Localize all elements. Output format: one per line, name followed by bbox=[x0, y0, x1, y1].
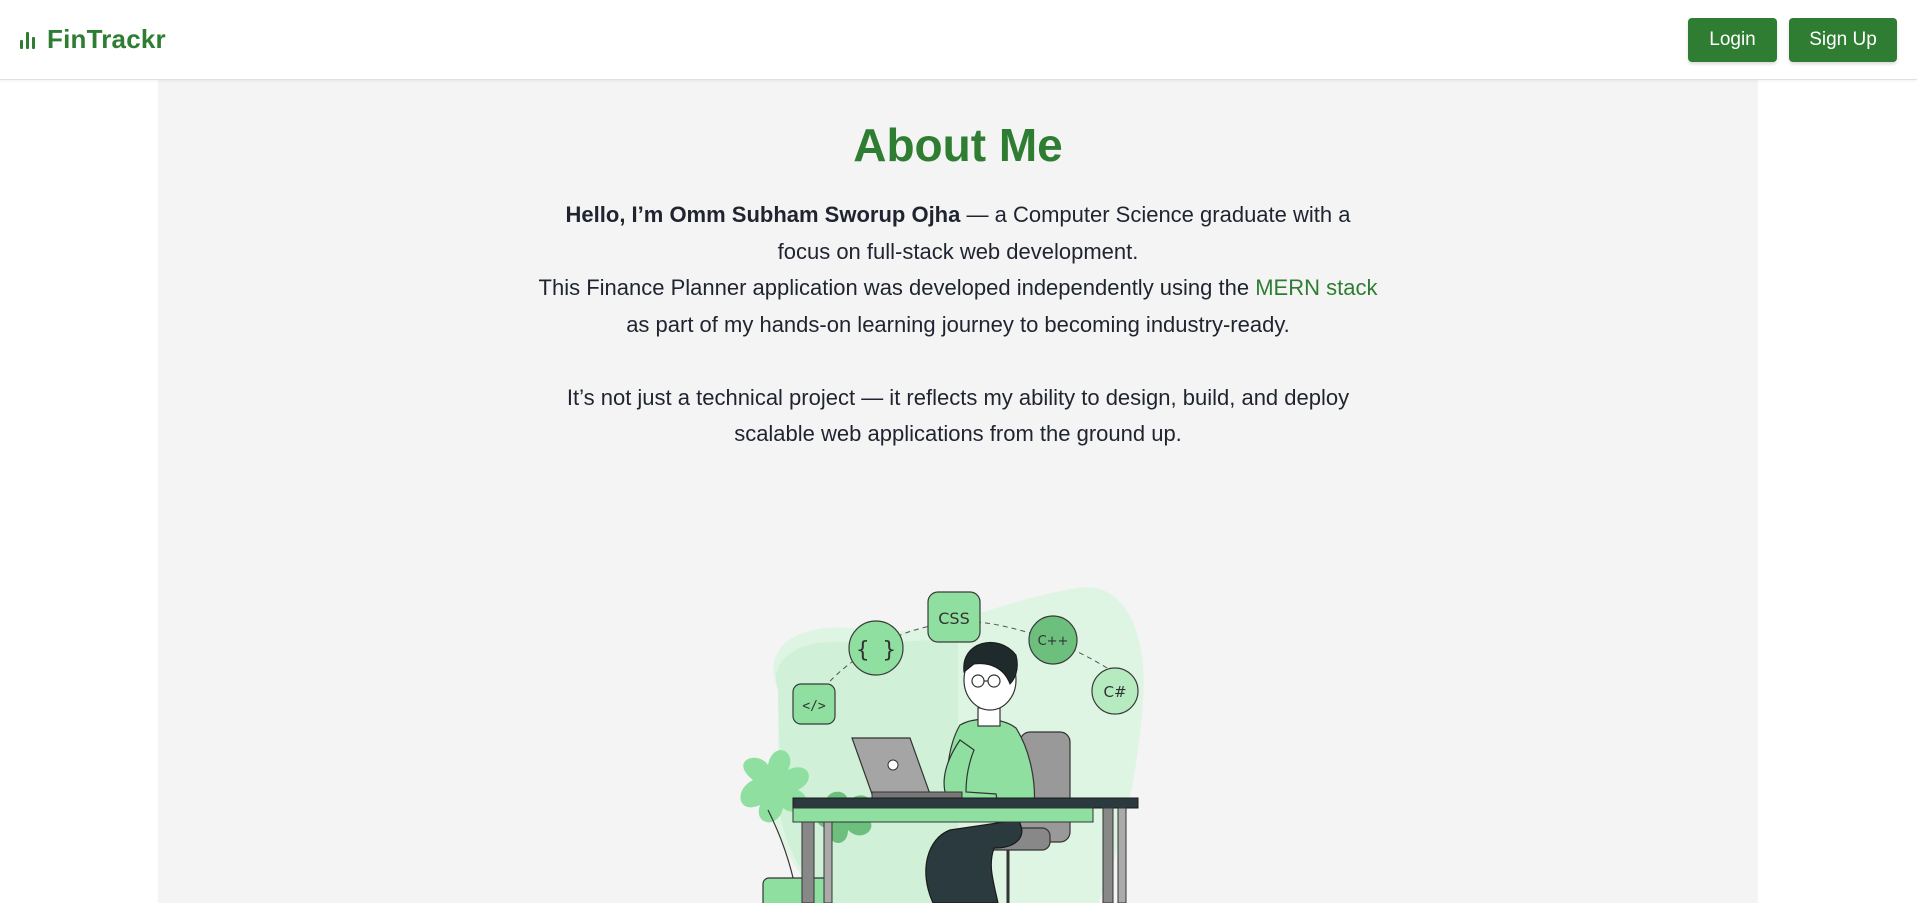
bar-chart-icon bbox=[20, 31, 35, 49]
about-section: About Me Hello, I’m Omm Subham Sworup Oj… bbox=[158, 80, 1758, 903]
login-button[interactable]: Login bbox=[1688, 17, 1777, 62]
line2-pre: This Finance Planner application was dev… bbox=[538, 275, 1256, 300]
nav-actions: Login Sign Up bbox=[1688, 17, 1897, 62]
about-description: Hello, I’m Omm Subham Sworup Ojha — a Co… bbox=[538, 197, 1378, 453]
csharp-icon: C# bbox=[1091, 667, 1139, 715]
brand-name: FinTrackr bbox=[47, 24, 166, 54]
about-paragraph-2: It’s not just a technical project — it r… bbox=[566, 384, 1350, 447]
cplusplus-icon: C++ bbox=[1028, 615, 1078, 665]
line2-post: as part of my hands-on learning journey … bbox=[626, 311, 1290, 337]
svg-text:{ }: { } bbox=[856, 638, 896, 663]
svg-text:C++: C++ bbox=[1038, 634, 1069, 649]
code-tag-icon: </> bbox=[792, 683, 836, 725]
page-title: About Me bbox=[853, 119, 1063, 171]
top-navbar: FinTrackr Login Sign Up bbox=[0, 0, 1917, 80]
css-icon: CSS bbox=[927, 591, 981, 643]
intro-name: Hello, I’m Omm Subham Sworup Ojha bbox=[565, 202, 961, 227]
svg-text:CSS: CSS bbox=[938, 609, 969, 628]
mern-stack-highlight: MERN stack bbox=[1255, 275, 1378, 300]
developer-illustration: </> { } CSS C++ C# bbox=[740, 587, 1144, 903]
svg-text:C#: C# bbox=[1103, 683, 1126, 701]
svg-text:</>: </> bbox=[802, 699, 826, 714]
curly-braces-icon: { } bbox=[848, 620, 904, 676]
signup-button[interactable]: Sign Up bbox=[1789, 17, 1897, 62]
brand-logo-link[interactable]: FinTrackr bbox=[20, 24, 166, 55]
